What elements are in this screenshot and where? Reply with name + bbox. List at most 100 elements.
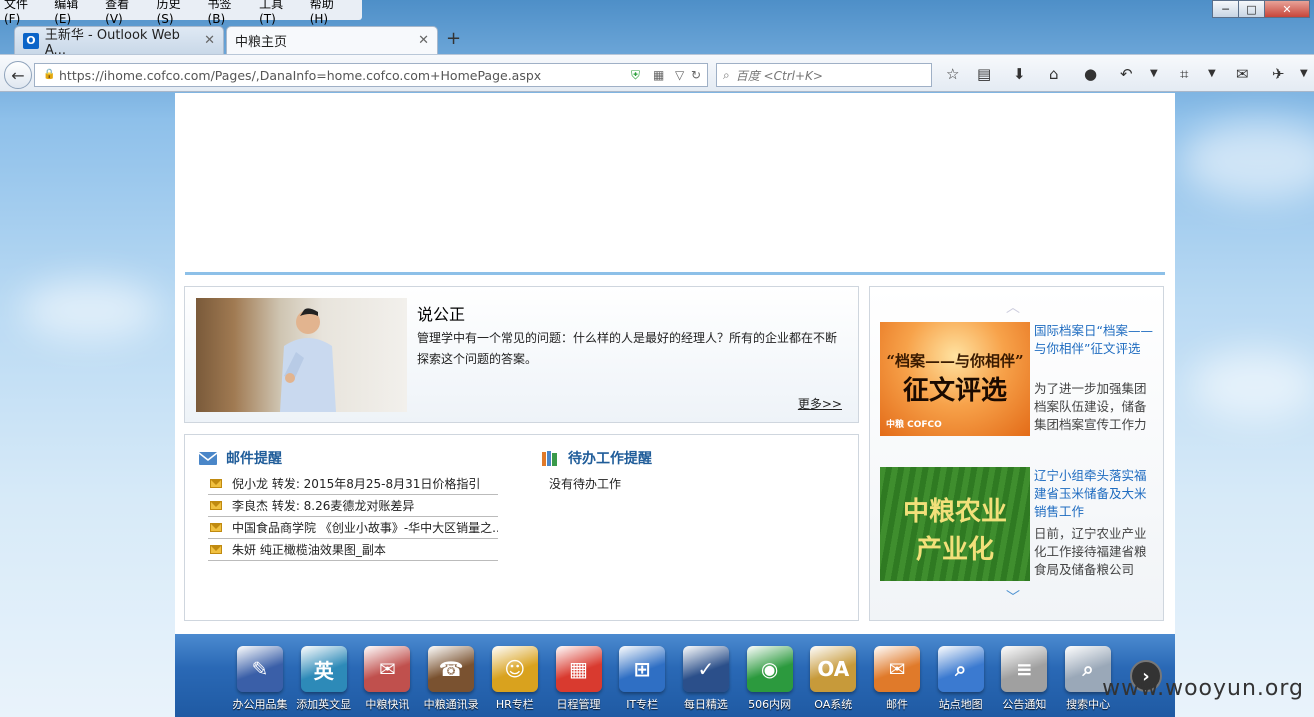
envelope-icon (210, 501, 222, 510)
app-label: HR专栏 (495, 698, 534, 711)
feature-panel: 说公正 管理学中有一个常见的问题：什么样的人是最好的经理人？所有的企业都在不断探… (184, 286, 859, 423)
dock-app[interactable]: ▦ 日程管理 (550, 646, 608, 712)
scroll-down-icon[interactable]: ﹀ (1006, 587, 1020, 607)
undo-icon[interactable]: ↶ (1120, 65, 1133, 83)
news-description: 日前，辽宁农业产业化工作接待福建省粮食局及储备粮公司 (1034, 526, 1147, 577)
menu-item[interactable]: 帮助(H) (310, 0, 350, 26)
mail-item[interactable]: 李良杰 转发: 8.26麦德龙对账差异 (208, 495, 498, 517)
undo-dropdown-icon[interactable]: ▼ (1150, 68, 1158, 79)
chat-icon[interactable]: ● (1084, 65, 1097, 83)
search-icon: ⌕ (723, 67, 730, 82)
dock-app[interactable]: ⊞ IT专栏 (613, 646, 671, 712)
menu-item[interactable]: 工具(T) (259, 0, 298, 26)
menu-bar: 文件(F) 编辑(E) 查看(V) 历史(S) 书签(B) 工具(T) 帮助(H) (0, 0, 362, 26)
dock-app[interactable]: ☺ HR专栏 (486, 646, 544, 712)
app-icon: ✉ (364, 646, 411, 692)
tab-outlook[interactable]: O 王新华 - Outlook Web A... ✕ (14, 26, 224, 58)
mail-item[interactable]: 朱妍 纯正橄榄油效果图_副本 (208, 539, 498, 561)
mail-item-text: 中国食品商学院 《创业小故事》-华中大区销量之... (232, 521, 498, 535)
window-controls: ─ □ ✕ (1212, 0, 1310, 18)
minimize-button[interactable]: ─ (1212, 0, 1239, 18)
dock-app[interactable]: ◉ 506内网 (741, 646, 799, 712)
navigation-bar: ← 🔒 https://ihome.cofco.com/Pages/,DanaI… (0, 54, 1314, 92)
crop-icon[interactable]: ⌗ (1180, 65, 1188, 83)
dock-app[interactable]: OA OA系统 (804, 646, 862, 712)
addon-icon[interactable]: ✈ (1272, 65, 1285, 83)
app-label: OA系统 (814, 698, 853, 711)
close-tab-icon[interactable]: ✕ (418, 33, 429, 48)
dock-app[interactable]: 英添加英文显 (295, 646, 353, 712)
todo-empty-text: 没有待办工作 (549, 477, 622, 491)
menu-item[interactable]: 文件(F) (4, 0, 42, 26)
news-title[interactable]: 辽宁小组牵头落实福建省玉米储备及大米销售工作 (1034, 467, 1156, 521)
dock-app[interactable]: ☎ 中粮通讯录 (422, 646, 480, 712)
crop-dropdown-icon[interactable]: ▼ (1208, 68, 1216, 79)
mail-item-text: 倪小龙 转发: 2015年8月25-8月31日价格指引 (232, 477, 481, 491)
speaker-figure (280, 308, 336, 412)
dock-app[interactable]: ✉ 中粮快讯 (358, 646, 416, 712)
home-icon[interactable]: ⌂ (1049, 65, 1059, 83)
mail-reminder-header[interactable]: 邮件提醒 (198, 448, 282, 468)
new-tab-button[interactable]: + (446, 28, 461, 49)
lock-icon: 🔒 (43, 69, 56, 80)
shield-icon[interactable]: ⛨ (631, 68, 640, 83)
news-image[interactable]: “档案——与你相伴” 征文评选 中粮 COFCO (880, 322, 1030, 436)
more-link[interactable]: 更多>> (798, 395, 842, 412)
dock-app[interactable]: ✎ 办公用品集 (231, 646, 289, 712)
tab-homepage[interactable]: 中粮主页 ✕ (226, 26, 438, 54)
app-icon: ⊞ (619, 646, 666, 692)
comment-icon[interactable]: ✉ (1236, 65, 1249, 83)
tab-label: 中粮主页 (235, 35, 288, 50)
news-title[interactable]: 国际档案日“档案——与你相伴”征文评选 (1034, 322, 1156, 358)
reminder-panel: 邮件提醒 倪小龙 转发: 2015年8月25-8月31日价格指引 李良杰 转发:… (184, 434, 859, 621)
app-icon: OA (810, 646, 857, 692)
search-input[interactable]: ⌕ 百度 <Ctrl+K> (716, 63, 932, 87)
dock-app[interactable]: ✓ 每日精选 (677, 646, 735, 712)
scroll-up-icon[interactable]: ︿ (1006, 297, 1020, 317)
app-icon: ☺ (491, 646, 538, 692)
envelope-icon (210, 523, 222, 532)
app-icon: ▦ (555, 646, 602, 692)
reading-list-icon[interactable]: ▤ (977, 65, 991, 83)
app-label: 站点地图 (938, 698, 983, 711)
download-icon[interactable]: ⬇ (1013, 65, 1026, 83)
menu-item[interactable]: 查看(V) (105, 0, 144, 26)
back-button[interactable]: ← (4, 61, 32, 89)
mail-list: 倪小龙 转发: 2015年8月25-8月31日价格指引 李良杰 转发: 8.26… (208, 473, 498, 561)
reload-icon[interactable]: ↻ (691, 68, 701, 82)
app-label: 邮件 (886, 698, 908, 711)
news-description: 为了进一步加强集团档案队伍建设，储备集团档案宣传工作力 (1034, 381, 1147, 432)
mail-item[interactable]: 中国食品商学院 《创业小故事》-华中大区销量之... (208, 517, 498, 539)
close-tab-icon[interactable]: ✕ (204, 33, 215, 48)
app-icon: ☎ (428, 646, 475, 692)
menu-item[interactable]: 书签(B) (208, 0, 248, 26)
dock-app[interactable]: ✉ 邮件 (868, 646, 926, 712)
qrcode-icon[interactable]: ▦ (653, 68, 664, 82)
dropdown-icon[interactable]: ▽ (675, 68, 684, 82)
menu-dropdown-icon[interactable]: ▼ (1300, 68, 1308, 79)
app-label: 每日精选 (683, 698, 728, 711)
tab-label: 王新华 - Outlook Web A... (44, 27, 180, 58)
app-label: 中粮通讯录 (423, 698, 479, 711)
dock-app[interactable]: ⌕ 站点地图 (932, 646, 990, 712)
mail-item[interactable]: 倪小龙 转发: 2015年8月25-8月31日价格指引 (208, 473, 498, 495)
news-image[interactable]: 中粮农业 产业化 (880, 467, 1030, 581)
image-text: 中粮农业 (902, 497, 1007, 527)
app-label: 506内网 (748, 698, 792, 711)
dock-app[interactable]: ≡ 公告通知 (995, 646, 1053, 712)
app-label: 日程管理 (556, 698, 601, 711)
feature-title[interactable]: 说公正 (417, 301, 465, 325)
url-text: https://ihome.cofco.com/Pages/,DanaInfo=… (59, 67, 542, 83)
image-text: “档案——与你相伴” (886, 352, 1024, 370)
app-label: IT专栏 (626, 698, 659, 711)
address-bar[interactable]: 🔒 https://ihome.cofco.com/Pages/,DanaInf… (34, 63, 708, 87)
todo-reminder-header[interactable]: 待办工作提醒 (540, 448, 652, 468)
mail-reminder-title: 邮件提醒 (226, 451, 282, 467)
maximize-button[interactable]: □ (1238, 0, 1265, 18)
close-window-button[interactable]: ✕ (1264, 0, 1310, 18)
menu-item[interactable]: 编辑(E) (54, 0, 93, 26)
speaker-photo[interactable] (196, 298, 407, 412)
menu-item[interactable]: 历史(S) (157, 0, 196, 26)
mail-item-text: 李良杰 转发: 8.26麦德龙对账差异 (232, 499, 415, 513)
bookmark-star-icon[interactable]: ☆ (946, 65, 959, 83)
